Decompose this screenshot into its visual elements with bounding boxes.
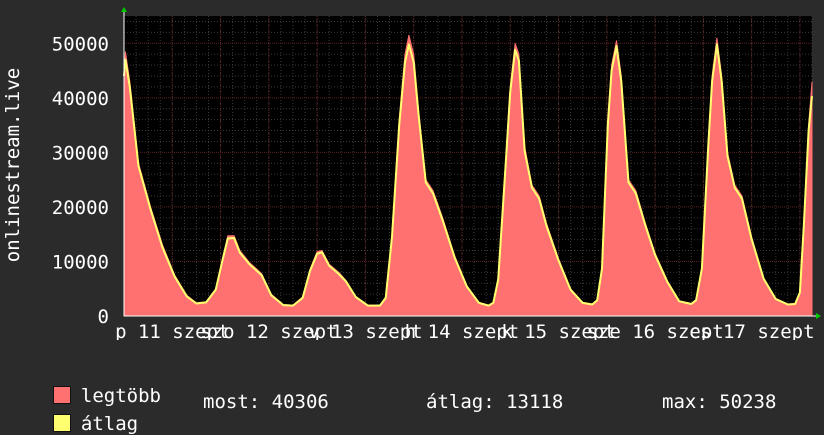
stat-max: max: 50238 [662, 391, 777, 413]
y-tick-label: 50000 [52, 33, 109, 55]
x-axis-arrow [816, 313, 821, 319]
legend-avg-swatch [52, 414, 71, 432]
stat-average: átlag: 13118 [426, 391, 564, 413]
line-chart: 0 10000 20000 30000 40000 50000 p 11 szeptszo… [2, 7, 821, 340]
y-tick-label: 30000 [52, 142, 109, 164]
y-axis-arrow [121, 7, 127, 12]
y-tick-labels: 0 10000 20000 30000 40000 50000 [52, 33, 109, 328]
x-tick-labels: p 11 szeptszo 12 szeptv 13 szepth 14 sze… [115, 321, 814, 340]
x-tick-label: cs 17 szept [689, 321, 815, 340]
legend-avg-label: átlag [80, 413, 139, 435]
stat-current: most: 40306 [203, 391, 329, 413]
y-tick-label: 0 [98, 306, 109, 328]
y-tick-label: 10000 [52, 251, 109, 273]
y-tick-label: 40000 [52, 88, 109, 110]
legend-avg: átlag [30, 391, 138, 435]
y-axis-label: onlinestream.live [2, 68, 24, 262]
y-tick-label: 20000 [52, 197, 109, 219]
